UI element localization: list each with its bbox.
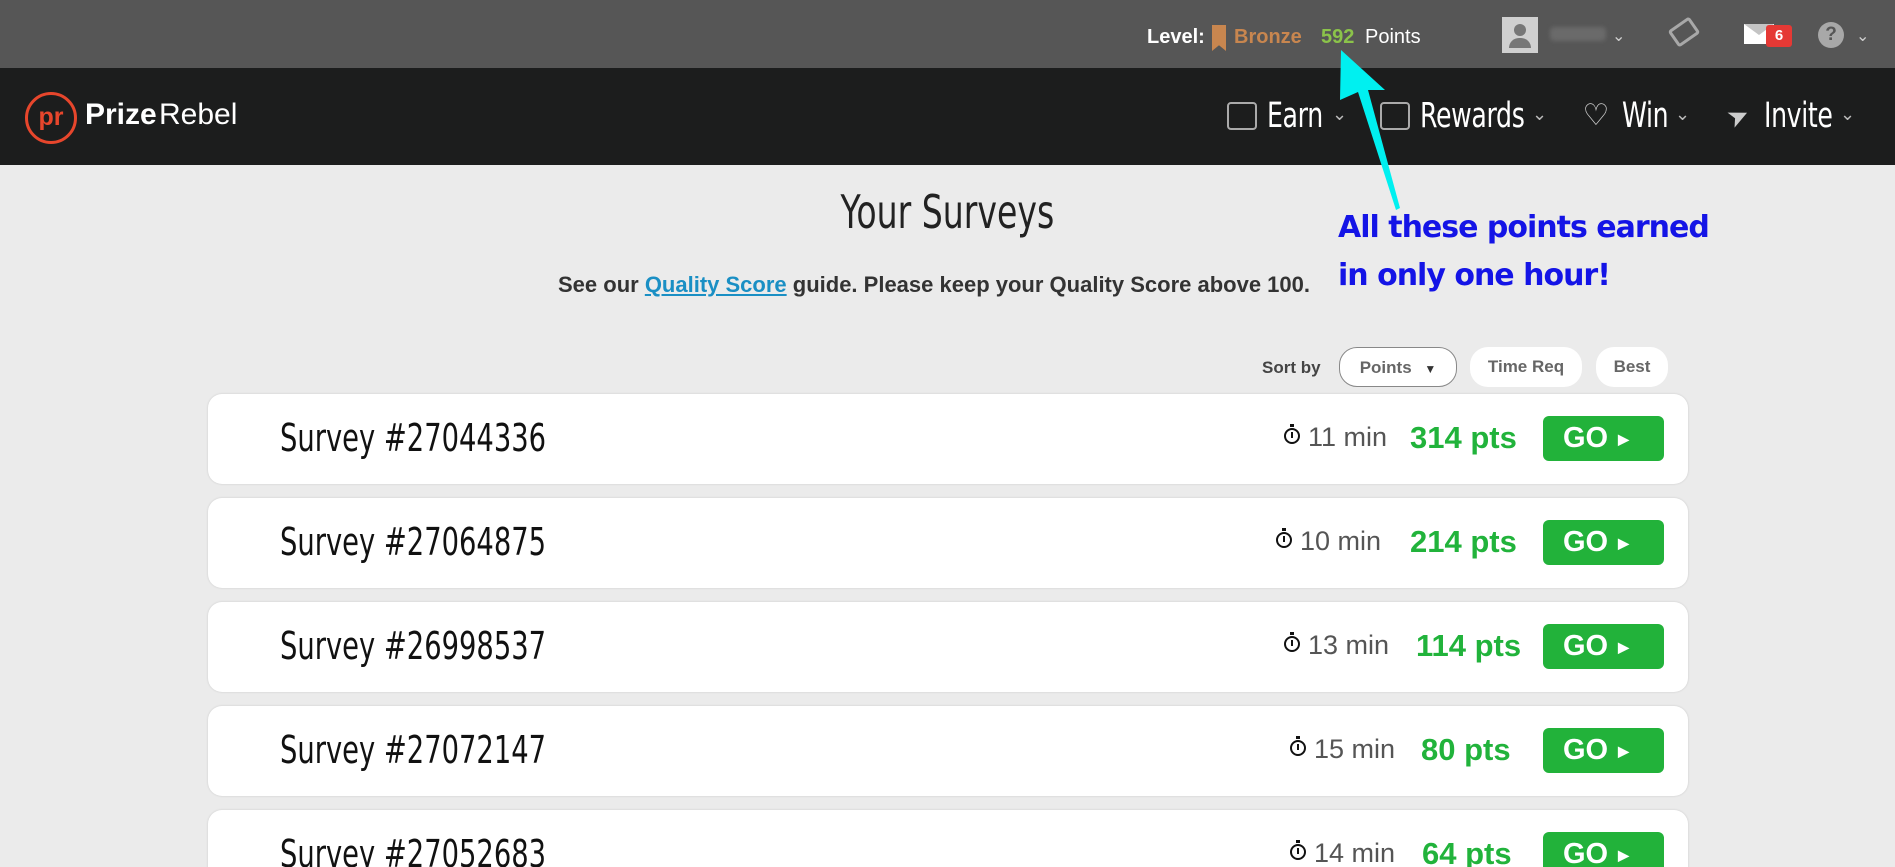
go-button[interactable]: GO ▶ [1543,520,1664,565]
help-icon[interactable]: ? [1818,22,1844,48]
go-button[interactable]: GO ▶ [1543,832,1664,867]
quality-score-note: See our Quality Score guide. Please keep… [558,272,1310,298]
sort-time-label: Time Req [1487,357,1565,376]
chevron-down-icon[interactable]: ⌄ [1856,26,1869,46]
survey-time: 14 min [1314,838,1396,867]
survey-points: 80 pts [1421,732,1511,767]
level-name[interactable]: Bronze [1234,26,1302,49]
annotation-line-1: All these points earned [1338,210,1710,245]
nav-win[interactable]: ♡ Win ⌄ [1580,94,1691,138]
sort-best-label: Best [1613,357,1651,376]
sort-points-button[interactable]: Points ▼ [1339,347,1457,387]
logo-text-rebel[interactable]: Rebel [159,98,237,132]
nav-invite-label: Invite [1764,96,1833,136]
logo-text-prize[interactable]: Prize [85,98,157,132]
subtitle-pre: See our [558,272,645,297]
nav-rewards-label: Rewards [1420,96,1525,136]
sort-best-button[interactable]: Best [1596,347,1668,387]
paper-plane-icon: ➤ [1721,97,1755,135]
survey-time: 10 min [1300,526,1382,556]
survey-points: 114 pts [1416,628,1522,663]
play-icon: ▶ [1618,534,1629,551]
ticket-icon[interactable] [1667,16,1701,48]
survey-time: 11 min [1308,422,1388,452]
level-label: Level: [1147,26,1205,48]
play-icon: ▶ [1618,430,1629,447]
go-label: GO [1563,838,1609,867]
points-count: 592 [1321,26,1355,48]
stopwatch-icon [1290,840,1306,860]
nav-earn[interactable]: Earn ⌄ [1227,94,1347,138]
nav-earn-label: Earn [1267,96,1323,136]
go-label: GO [1563,734,1609,766]
survey-points: 214 pts [1410,524,1517,559]
stopwatch-icon [1284,424,1300,444]
caret-down-icon: ▼ [1424,362,1437,376]
survey-row[interactable]: Survey #27044336 11 min 314 pts GO ▶ [208,394,1688,484]
survey-points: 314 pts [1410,420,1517,455]
points-label: Points [1365,26,1421,48]
page-title-text: Your Surveys [840,185,1055,239]
play-icon: ▶ [1618,638,1629,655]
subtitle-post: guide. Please keep your Quality Score ab… [786,272,1310,297]
go-label: GO [1563,526,1609,558]
avatar[interactable] [1502,17,1538,53]
chevron-down-icon: ⌄ [1840,104,1856,124]
logo-mark[interactable]: pr [25,92,77,144]
go-button[interactable]: GO ▶ [1543,624,1664,669]
heart-icon: ♡ [1582,99,1610,132]
chevron-down-icon[interactable]: ⌄ [1612,26,1625,46]
survey-title: Survey #26998537 [280,624,547,668]
bookmark-icon [1212,25,1226,51]
mail-count-badge: 6 [1766,25,1792,47]
quality-score-link[interactable]: Quality Score [645,272,787,297]
top-bar: Level: Bronze 592 Points ⌄ 6 ? ⌄ [0,0,1895,68]
nav-win-label: Win [1622,96,1669,136]
nav-invite[interactable]: ➤ Invite ⌄ [1722,94,1859,138]
survey-title: Survey #27044336 [280,416,547,460]
chevron-down-icon: ⌄ [1532,104,1548,124]
stopwatch-icon [1290,736,1306,756]
survey-title: Survey #27072147 [280,728,547,772]
annotation-line-2: in only one hour! [1338,258,1611,293]
survey-row[interactable]: Survey #27072147 15 min 80 pts GO ▶ [208,706,1688,796]
go-button[interactable]: GO ▶ [1543,728,1664,773]
go-label: GO [1563,422,1609,454]
survey-row[interactable]: Survey #27052683 14 min 64 pts GO ▶ [208,810,1688,867]
survey-title: Survey #27052683 [280,832,547,867]
survey-row[interactable]: Survey #26998537 13 min 114 pts GO ▶ [208,602,1688,692]
survey-time: 15 min [1314,734,1396,764]
survey-title: Survey #27064875 [280,520,547,564]
sort-time-button[interactable]: Time Req [1470,347,1582,387]
username-blurred[interactable] [1550,27,1606,41]
sort-points-label: Points [1359,358,1412,377]
stopwatch-icon [1284,632,1300,652]
play-icon: ▶ [1618,846,1629,863]
play-icon: ▶ [1618,742,1629,759]
go-button[interactable]: GO ▶ [1543,416,1664,461]
annotation-text: All these points earned in only one hour… [1338,204,1710,300]
survey-row[interactable]: Survey #27064875 10 min 214 pts GO ▶ [208,498,1688,588]
go-label: GO [1563,630,1609,662]
survey-points: 64 pts [1422,836,1512,867]
chevron-down-icon: ⌄ [1675,104,1691,124]
stopwatch-icon [1276,528,1292,548]
wallet-icon [1227,102,1257,130]
survey-time: 13 min [1308,630,1390,660]
main-nav: pr Prize Rebel Earn ⌄ Rewards ⌄ ♡ Win ⌄ … [0,68,1895,165]
sort-by-label: Sort by [1262,358,1321,377]
